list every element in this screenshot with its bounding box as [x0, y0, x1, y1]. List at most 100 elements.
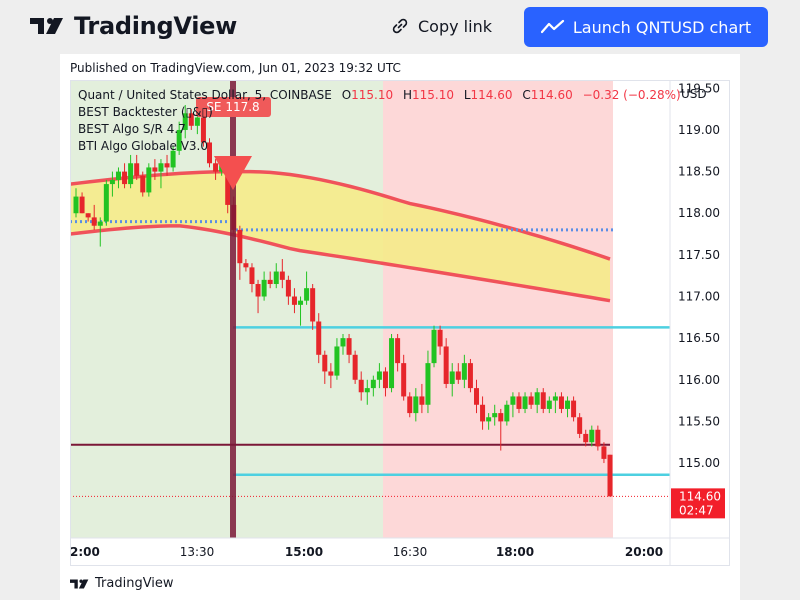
candle-body [552, 396, 558, 401]
candle-body [376, 371, 382, 380]
candle-body [413, 396, 419, 414]
candle-body [583, 433, 589, 443]
candle-body [474, 388, 479, 405]
y-tick-label: 119.00 [678, 123, 720, 137]
symbol-line: Quant / United States Dollar, 5, COINBAS… [78, 88, 332, 102]
indicator-algo-sr: BEST Algo S/R 4.7 [78, 122, 186, 136]
candle-body [504, 404, 510, 422]
candle-body [243, 263, 249, 268]
candle-body [431, 329, 437, 364]
ohlc-h-label: H [403, 88, 412, 102]
candle-body [510, 396, 516, 405]
candle-body [389, 338, 395, 389]
footer-logo[interactable]: TradingView [70, 576, 174, 591]
candle-body [122, 171, 128, 185]
indicator-backtester: BEST Backtester (▯&▯) [78, 105, 213, 119]
ohlc-o-value: 115.10 [351, 88, 393, 102]
candle-body [540, 392, 546, 409]
candle-body [589, 429, 595, 443]
price-chart[interactable]: SE 117.8 Quant / United States Dollar, 5… [70, 80, 730, 566]
candle-body [486, 417, 492, 422]
candle-body [528, 396, 534, 405]
candle-body [170, 150, 176, 168]
y-tick-label: 118.50 [678, 165, 720, 179]
candle-body [322, 354, 328, 372]
candle-body [73, 196, 79, 214]
x-tick-label: 2:00 [70, 545, 100, 559]
candle-body [91, 217, 97, 226]
ohlc-c-value: 114.60 [531, 88, 573, 102]
ohlc-h-value: 115.10 [412, 88, 454, 102]
candle-body [298, 300, 304, 305]
candle-body [158, 163, 164, 172]
candle-body [407, 396, 413, 414]
tradingview-logo-small-icon [70, 579, 89, 588]
candle-body [467, 363, 473, 389]
candle-body [449, 371, 455, 384]
candle-body [455, 371, 461, 380]
candle-body [401, 363, 407, 397]
candle-body [85, 213, 91, 218]
candle-body [328, 371, 334, 376]
candle-body [516, 396, 522, 409]
candle-body [419, 396, 425, 405]
y-tick-label: 117.50 [678, 248, 720, 262]
candle-body [546, 400, 552, 409]
candle-body [109, 179, 115, 185]
candle-body [310, 288, 316, 322]
candle-body [370, 379, 376, 389]
candle-body [273, 271, 279, 285]
ohlc-o-label: O [342, 88, 351, 102]
x-tick-label: 15:00 [285, 545, 323, 559]
ohlc-l-value: 114.60 [471, 88, 513, 102]
candle-body [461, 363, 467, 380]
chart-line-icon [540, 19, 564, 34]
candle-body [595, 429, 601, 447]
candle-body [285, 279, 291, 297]
candle-body [103, 184, 109, 222]
launch-chart-button[interactable]: Launch QNTUSD chart [524, 7, 768, 47]
candle-body [364, 388, 370, 393]
copy-link-button[interactable]: Copy link [390, 16, 492, 36]
chart-card: Published on TradingView.com, Jun 01, 20… [60, 54, 740, 600]
candle-body [128, 163, 134, 185]
candle-body [249, 267, 255, 285]
candle-body [79, 196, 85, 214]
candle-body [279, 271, 285, 280]
y-tick-label: 115.00 [678, 456, 720, 470]
candle-body [213, 163, 219, 172]
link-icon [392, 18, 408, 34]
y-tick-label: 116.00 [678, 373, 720, 387]
candle-body [607, 454, 613, 497]
candle-body [577, 417, 583, 434]
candle-body [164, 163, 170, 168]
last-price-value: 114.60 [679, 489, 721, 503]
candle-body [255, 284, 261, 297]
candle-body [601, 446, 607, 459]
y-tick-label: 116.50 [678, 331, 720, 345]
candle-body [97, 221, 103, 226]
candle-body [425, 363, 431, 405]
footer-brand: TradingView [95, 576, 174, 591]
copy-link-label: Copy link [418, 16, 492, 36]
candle-body [437, 329, 443, 347]
tradingview-logo[interactable]: TradingView [30, 12, 237, 40]
candle-body [443, 346, 449, 384]
x-tick-label: 18:00 [496, 545, 534, 559]
candle-body [352, 354, 358, 380]
candle-body [334, 346, 340, 376]
candle-body [382, 371, 388, 389]
candle-body [115, 171, 121, 180]
x-tick-label: 16:30 [393, 545, 428, 559]
ohlc-c-label: C [522, 88, 530, 102]
y-tick-label: 115.50 [678, 414, 720, 428]
published-note: Published on TradingView.com, Jun 01, 20… [70, 61, 401, 75]
candle-body [146, 167, 152, 193]
tradingview-logo-icon [30, 18, 63, 34]
candle-body [480, 404, 486, 422]
candle-body [498, 413, 504, 422]
y-tick-label: 119.50 [678, 81, 720, 95]
candle-body [261, 279, 267, 297]
candle-body [140, 175, 146, 193]
candle-body [316, 321, 322, 355]
